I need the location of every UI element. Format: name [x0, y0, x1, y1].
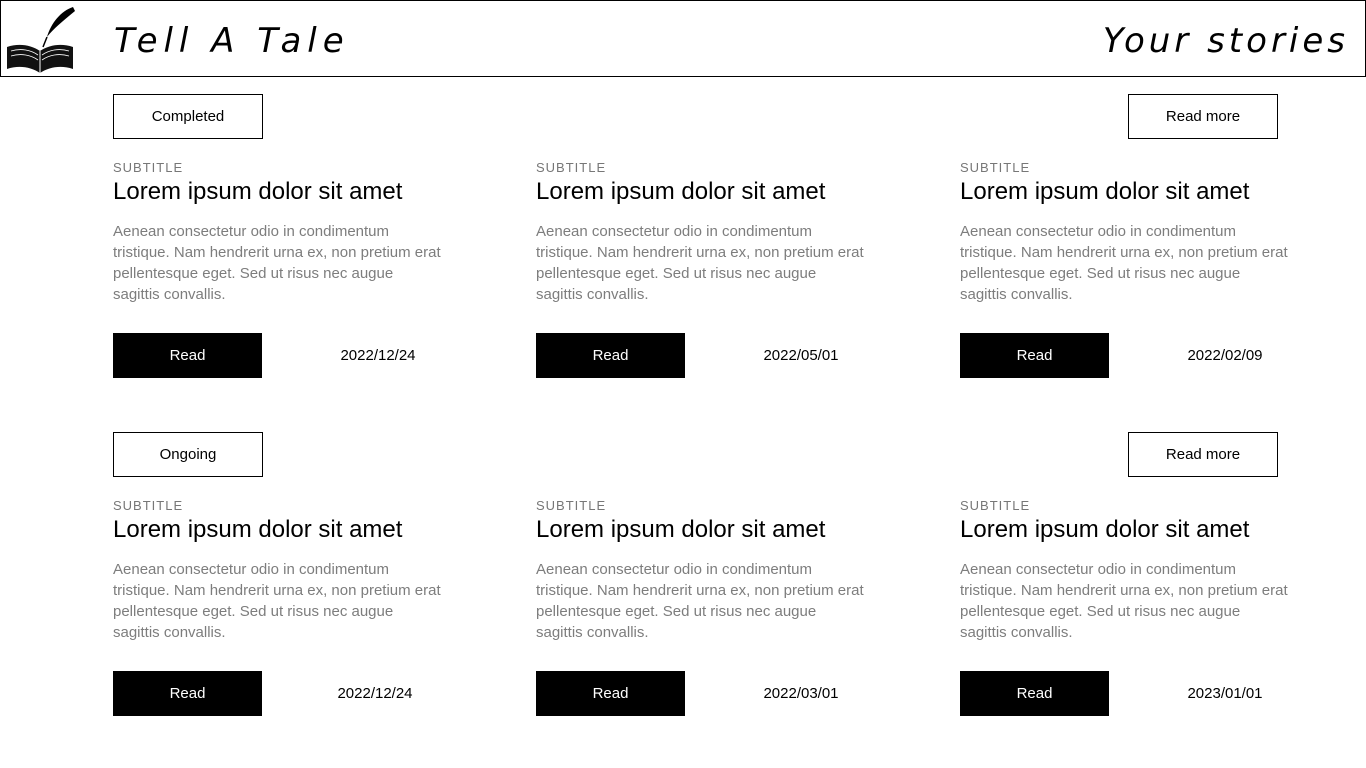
card-date: 2023/01/01: [1187, 685, 1263, 702]
read-more-button[interactable]: Read more: [1128, 432, 1278, 477]
read-button[interactable]: Read: [113, 671, 262, 716]
card-title: Lorem ipsum dolor sit amet: [536, 516, 826, 543]
your-stories-link[interactable]: Your stories: [1103, 19, 1349, 63]
card-description: Aenean consectetur odio in condimentum t…: [113, 561, 441, 641]
card-date: 2022/12/24: [340, 347, 416, 364]
card-description: Aenean consectetur odio in condimentum t…: [536, 223, 864, 303]
card-description: Aenean consectetur odio in condimentum t…: [536, 561, 864, 641]
card-title: Lorem ipsum dolor sit amet: [960, 178, 1250, 205]
card-date: 2022/12/24: [337, 685, 413, 702]
card-description: Aenean consectetur odio in condimentum t…: [960, 561, 1288, 641]
card-date: 2022/03/01: [763, 685, 839, 702]
card-subtitle: SUBTITLE: [113, 160, 184, 175]
book-quill-logo[interactable]: [3, 3, 77, 75]
completed-filter-button[interactable]: Completed: [113, 94, 263, 139]
card-title: Lorem ipsum dolor sit amet: [960, 516, 1250, 543]
app-title: Tell A Tale: [114, 21, 350, 61]
card-subtitle: SUBTITLE: [960, 498, 1031, 513]
card-title: Lorem ipsum dolor sit amet: [536, 178, 826, 205]
card-description: Aenean consectetur odio in condimentum t…: [960, 223, 1288, 303]
card-description: Aenean consectetur odio in condimentum t…: [113, 223, 441, 303]
card-subtitle: SUBTITLE: [960, 160, 1031, 175]
read-button[interactable]: Read: [536, 671, 685, 716]
card-date: 2022/05/01: [763, 347, 839, 364]
read-button[interactable]: Read: [960, 333, 1109, 378]
card-date: 2022/02/09: [1187, 347, 1263, 364]
card-title: Lorem ipsum dolor sit amet: [113, 178, 403, 205]
card-subtitle: SUBTITLE: [536, 498, 607, 513]
card-subtitle: SUBTITLE: [536, 160, 607, 175]
card-subtitle: SUBTITLE: [113, 498, 184, 513]
read-button[interactable]: Read: [960, 671, 1109, 716]
ongoing-filter-button[interactable]: Ongoing: [113, 432, 263, 477]
card-title: Lorem ipsum dolor sit amet: [113, 516, 403, 543]
read-more-button[interactable]: Read more: [1128, 94, 1278, 139]
app-header: Tell A Tale Your stories: [0, 0, 1366, 77]
read-button[interactable]: Read: [113, 333, 262, 378]
read-button[interactable]: Read: [536, 333, 685, 378]
